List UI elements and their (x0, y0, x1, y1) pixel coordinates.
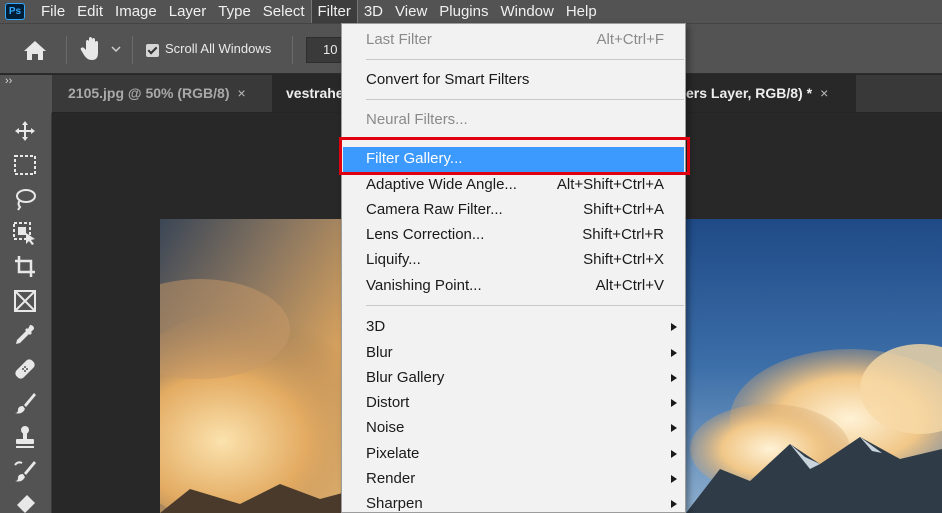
tab-close-icon[interactable]: × (820, 85, 828, 101)
menu-item-adaptive-wide-angle[interactable]: Adaptive Wide Angle... Alt+Shift+Ctrl+A (342, 173, 685, 198)
submenu-arrow-icon (671, 349, 677, 357)
menu-edit[interactable]: Edit (71, 0, 109, 23)
marquee-tool-icon[interactable] (12, 153, 38, 177)
tab-label: 2105.jpg @ 50% (RGB/8) (68, 85, 230, 101)
tab-label: vestrahe (286, 85, 344, 101)
tab-label: ers Layer, RGB/8) * (686, 85, 813, 101)
home-icon[interactable] (22, 38, 48, 62)
brush-tool-icon[interactable] (12, 391, 38, 415)
collapse-icon[interactable]: ›› (5, 75, 12, 87)
submenu-arrow-icon (671, 374, 677, 382)
tab-close-icon[interactable]: × (237, 85, 245, 101)
object-selection-tool-icon[interactable] (12, 221, 38, 245)
menu-item-3d[interactable]: 3D (342, 315, 685, 340)
menu-layer[interactable]: Layer (163, 0, 213, 23)
options-separator (292, 36, 293, 64)
options-separator (132, 36, 133, 64)
filter-menu: Last Filter Alt+Ctrl+F Convert for Smart… (341, 23, 686, 513)
menu-view[interactable]: View (389, 0, 433, 23)
submenu-arrow-icon (671, 450, 677, 458)
submenu-arrow-icon (671, 424, 677, 432)
menu-item-blur-gallery[interactable]: Blur Gallery (342, 366, 685, 391)
menu-select[interactable]: Select (257, 0, 311, 23)
menu-separator (366, 59, 684, 60)
lasso-tool-icon[interactable] (12, 187, 38, 211)
submenu-arrow-icon (671, 323, 677, 331)
tab-2105-jpg[interactable]: 2105.jpg @ 50% (RGB/8) × (54, 75, 270, 112)
tab-vestrahe-continued[interactable]: ers Layer, RGB/8) * × (686, 75, 856, 112)
healing-brush-tool-icon[interactable] (12, 357, 38, 381)
chevron-down-icon[interactable] (110, 44, 122, 54)
menu-item-vanishing-point[interactable]: Vanishing Point... Alt+Ctrl+V (342, 274, 685, 299)
menu-help[interactable]: Help (560, 0, 603, 23)
menu-window[interactable]: Window (494, 0, 559, 23)
submenu-arrow-icon (671, 399, 677, 407)
menu-file[interactable]: File (35, 0, 71, 23)
toolbar-collapse[interactable]: ›› (0, 75, 52, 113)
eraser-tool-icon[interactable] (12, 493, 38, 513)
move-tool-icon[interactable] (12, 119, 38, 143)
menu-item-pixelate[interactable]: Pixelate (342, 442, 685, 467)
menu-image[interactable]: Image (109, 0, 163, 23)
menu-item-last-filter[interactable]: Last Filter Alt+Ctrl+F (342, 28, 685, 53)
options-separator (66, 36, 67, 64)
menu-item-sharpen[interactable]: Sharpen (342, 492, 685, 512)
scroll-all-windows-label: Scroll All Windows (165, 41, 272, 56)
menu-item-convert-smart-filters[interactable]: Convert for Smart Filters (342, 68, 685, 93)
menu-item-render[interactable]: Render (342, 467, 685, 492)
zoom-input[interactable]: 10 (306, 37, 342, 63)
menu-item-liquify[interactable]: Liquify... Shift+Ctrl+X (342, 248, 685, 273)
submenu-arrow-icon (671, 475, 677, 483)
menu-separator (366, 99, 684, 100)
tools-panel (0, 113, 52, 513)
history-brush-tool-icon[interactable] (12, 459, 38, 483)
menu-bar: Ps File Edit Image Layer Type Select Fil… (0, 0, 942, 23)
menu-separator (366, 305, 684, 306)
hand-tool-icon[interactable] (80, 36, 104, 62)
menu-separator (366, 139, 684, 140)
scroll-all-windows-checkbox[interactable] (146, 44, 159, 57)
menu-filter[interactable]: Filter (310, 0, 358, 23)
menu-item-filter-gallery[interactable]: Filter Gallery... (343, 147, 684, 172)
photoshop-logo: Ps (5, 3, 25, 20)
menu-3d[interactable]: 3D (358, 0, 389, 23)
menu-type[interactable]: Type (212, 0, 257, 23)
frame-tool-icon[interactable] (12, 289, 38, 313)
menu-item-neural-filters[interactable]: Neural Filters... (342, 108, 685, 133)
menu-item-distort[interactable]: Distort (342, 391, 685, 416)
submenu-arrow-icon (671, 500, 677, 508)
menu-item-noise[interactable]: Noise (342, 416, 685, 441)
eyedropper-tool-icon[interactable] (12, 323, 38, 347)
menu-plugins[interactable]: Plugins (433, 0, 494, 23)
tab-vestrahe[interactable]: vestrahe (272, 75, 344, 112)
menu-item-lens-correction[interactable]: Lens Correction... Shift+Ctrl+R (342, 223, 685, 248)
crop-tool-icon[interactable] (12, 255, 38, 279)
menu-item-camera-raw-filter[interactable]: Camera Raw Filter... Shift+Ctrl+A (342, 198, 685, 223)
clone-stamp-tool-icon[interactable] (12, 425, 38, 449)
menu-item-blur[interactable]: Blur (342, 341, 685, 366)
